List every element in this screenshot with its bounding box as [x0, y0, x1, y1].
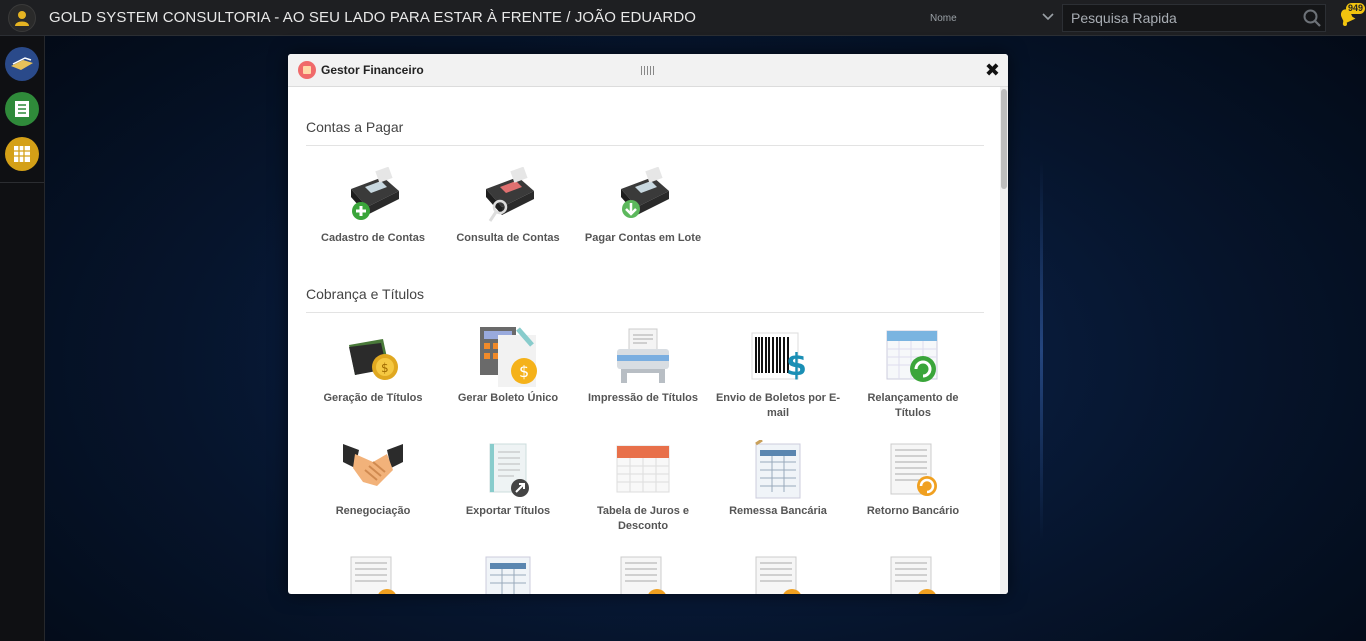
close-icon[interactable]: ✖ — [985, 61, 1000, 79]
tile-label: Envio de Boletos por E-mail — [715, 392, 841, 419]
tile-exportar-titulos[interactable]: Exportar Títulos — [443, 440, 573, 519]
tile-partial[interactable] — [578, 553, 708, 594]
tile-label: Remessa Bancária — [729, 505, 827, 517]
tile-relancamento-de-titulos[interactable]: Relançamento de Títulos — [848, 327, 978, 421]
section-divider — [306, 312, 984, 313]
scrollbar-thumb[interactable] — [1001, 89, 1007, 189]
calendar-icon — [613, 440, 673, 500]
wallet-coin-icon: $ — [343, 327, 403, 387]
tile-label: Pagar Contas em Lote — [584, 232, 702, 244]
handshake-icon — [343, 440, 403, 500]
section-title-cobranca-e-titulos: Cobrança e Títulos — [306, 286, 425, 302]
tile-consulta-de-contas[interactable]: Consulta de Contas — [443, 166, 573, 246]
card-terminal-search-icon — [478, 166, 538, 227]
user-avatar-icon[interactable] — [8, 3, 36, 32]
search-filter-value: Nome — [930, 12, 957, 24]
tile-label: Tabela de Juros e Desconto — [596, 505, 690, 532]
tile-remessa-bancaria[interactable]: Remessa Bancária — [713, 438, 843, 519]
tile-renegociacao[interactable]: Renegociação — [308, 440, 438, 519]
document-export-icon — [478, 440, 538, 500]
sidebar-document-icon[interactable] — [5, 92, 39, 126]
spreadsheet-clip-icon — [748, 438, 808, 500]
dialog-body: Contas a Pagar Cadastro de Contas Consul… — [288, 87, 1000, 594]
notifications-bell-icon[interactable]: 949 — [1336, 3, 1366, 30]
tile-label: Renegociação — [335, 505, 411, 517]
tile-label: Gerar Boleto Único — [457, 392, 559, 404]
calendar-refresh-icon — [883, 327, 943, 387]
dialog-title: Gestor Financeiro — [321, 63, 424, 77]
tile-gerar-boleto-unico[interactable]: $ Gerar Boleto Único — [443, 327, 573, 406]
tile-partial[interactable] — [713, 553, 843, 594]
document-return-icon — [343, 553, 403, 594]
tile-tabela-de-juros-e-desconto[interactable]: Tabela de Juros e Desconto — [578, 440, 708, 534]
card-terminal-download-icon — [613, 166, 673, 227]
tile-partial[interactable] — [443, 553, 573, 594]
tile-label: Cadastro de Contas — [321, 232, 425, 244]
tile-pagar-contas-em-lote[interactable]: Pagar Contas em Lote — [578, 166, 708, 246]
tile-geracao-de-titulos[interactable]: $ Geração de Títulos — [308, 327, 438, 406]
app-title: GOLD SYSTEM CONSULTORIA - AO SEU LADO PA… — [49, 9, 697, 26]
tile-label: Consulta de Contas — [456, 232, 560, 244]
dialog-app-icon — [298, 61, 316, 79]
search-icon[interactable] — [1299, 9, 1325, 27]
section-divider — [306, 145, 984, 146]
sidebar-divider — [0, 182, 44, 183]
gestor-financeiro-dialog: Gestor Financeiro ✖ Contas a Pagar Cadas… — [288, 54, 1008, 594]
tile-label: Impressão de Títulos — [587, 392, 699, 404]
section-title-contas-a-pagar: Contas a Pagar — [306, 119, 404, 135]
tile-impressao-de-titulos[interactable]: Impressão de Títulos — [578, 327, 708, 406]
sidebar — [0, 36, 45, 641]
document-return-icon — [748, 553, 808, 594]
calculator-dollar-icon: $ — [478, 327, 538, 387]
tile-label: Relançamento de Títulos — [867, 392, 959, 419]
dialog-scrollbar[interactable] — [1000, 87, 1008, 594]
tile-partial[interactable] — [308, 553, 438, 594]
tile-label: Geração de Títulos — [323, 392, 423, 404]
sidebar-grid-icon[interactable] — [5, 137, 39, 171]
tile-retorno-bancario[interactable]: Retorno Bancário — [848, 440, 978, 519]
document-return-icon — [883, 553, 943, 594]
printer-icon — [613, 327, 673, 387]
document-return-icon — [883, 440, 943, 500]
chevron-down-icon — [1042, 12, 1054, 24]
svg-text:$: $ — [381, 361, 389, 375]
document-return-icon — [613, 553, 673, 594]
barcode-dollar-icon: $ — [748, 327, 808, 387]
search-box — [1062, 4, 1326, 32]
spreadsheet-clip-icon — [478, 553, 538, 594]
search-filter-select[interactable]: Nome — [924, 4, 1060, 32]
tile-envio-de-boletos-por-email[interactable]: $ Envio de Boletos por E-mail — [713, 327, 843, 421]
light-streak — [1040, 160, 1043, 540]
search-input[interactable] — [1063, 5, 1299, 31]
tile-partial[interactable] — [848, 553, 978, 594]
sidebar-gestor-icon[interactable] — [5, 47, 39, 81]
drag-handle-icon[interactable] — [641, 66, 655, 75]
dialog-header[interactable]: Gestor Financeiro ✖ — [288, 54, 1008, 87]
svg-text:$: $ — [519, 362, 529, 381]
svg-text:$: $ — [786, 348, 807, 383]
notification-count-badge: 949 — [1346, 3, 1366, 14]
tile-cadastro-de-contas[interactable]: Cadastro de Contas — [308, 166, 438, 246]
tile-label: Exportar Títulos — [465, 505, 551, 517]
card-terminal-add-icon — [343, 166, 403, 227]
tile-label: Retorno Bancário — [866, 505, 960, 517]
